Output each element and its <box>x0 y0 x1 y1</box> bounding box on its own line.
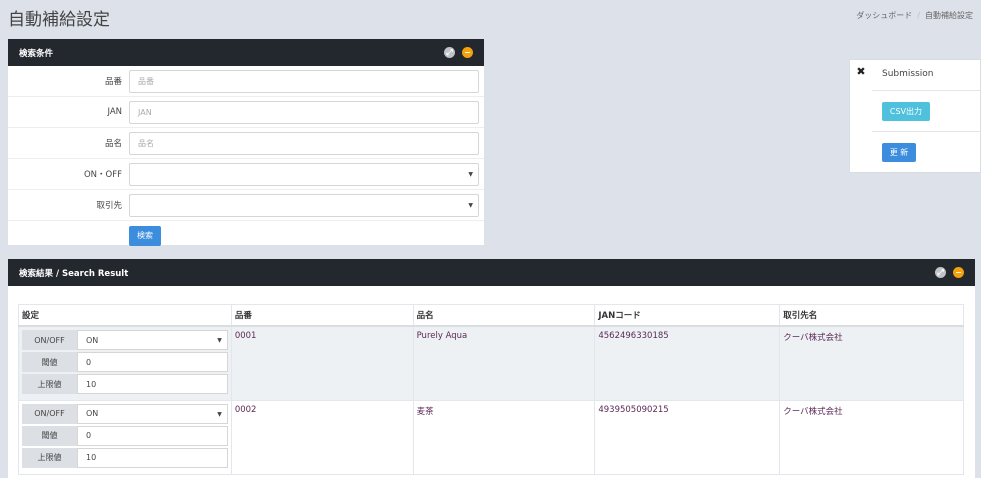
jan-cell: 4939505090215 <box>594 399 781 475</box>
hinban-cell: 0001 <box>230 325 414 401</box>
search-row-button: 検索 <box>8 221 484 248</box>
onoff-config-label: ON/OFF <box>22 330 77 350</box>
table-row: ON/OFF ON ▼ 閾値 0 上限値 10 0001 Purely Aqua… <box>18 325 964 401</box>
onoff-config: ON/OFF ON ▼ <box>22 330 228 350</box>
onoff-label: ON・OFF <box>83 170 122 180</box>
divider <box>872 131 980 132</box>
hinmei-label: 品名 <box>104 139 122 149</box>
caret-down-icon: ▼ <box>468 170 473 178</box>
search-button[interactable]: 検索 <box>129 225 161 246</box>
col-header-hinmei[interactable]: 品名 <box>412 304 596 327</box>
search-row-jan: JAN JAN <box>8 97 484 128</box>
onoff-config-select[interactable]: ON ▼ <box>77 330 228 350</box>
onoff-select[interactable]: ▼ <box>129 162 479 186</box>
threshold-input[interactable]: 0 <box>77 352 228 372</box>
close-x-icon[interactable]: ✖ <box>850 60 872 82</box>
table-row: ON/OFF ON ▼ 閾値 0 上限値 10 0002 麦茶 49395050… <box>18 399 964 475</box>
torihikisaki-cell: クーバ株式会社 <box>779 399 964 475</box>
hinmei-cell: Purely Aqua <box>412 325 596 401</box>
settings-cell: ON/OFF ON ▼ 閾値 0 上限値 10 <box>18 399 232 475</box>
breadcrumb-separator: / <box>917 11 920 20</box>
col-header-jan[interactable]: JANコード <box>594 304 781 327</box>
jan-cell: 4562496330185 <box>594 325 781 401</box>
threshold-label: 閾値 <box>22 425 77 446</box>
search-panel-header: 検索条件 ⤢ − <box>8 39 484 66</box>
collapse-icon[interactable]: − <box>462 47 473 58</box>
hinmei-cell: 麦茶 <box>412 399 596 475</box>
onoff-config-value: ON <box>86 335 99 345</box>
limit-label: 上限値 <box>22 447 77 468</box>
page-title: 自動補給設定 <box>8 10 110 30</box>
search-row-hinmei: 品名 品名 <box>8 128 484 159</box>
limit-input[interactable]: 10 <box>77 374 228 394</box>
onoff-config-value: ON <box>86 409 99 418</box>
caret-down-icon: ▼ <box>217 410 222 418</box>
jan-label: JAN <box>107 107 122 117</box>
hinmei-input[interactable]: 品名 <box>129 131 479 155</box>
results-table-wrapper: 設定 品番 品名 JANコード 取引先名 ON/OFF ON ▼ 閾値 0 上限… <box>18 304 964 475</box>
col-header-torihikisaki[interactable]: 取引先名 <box>779 304 964 327</box>
hinban-cell: 0002 <box>230 399 414 475</box>
divider <box>872 90 980 91</box>
breadcrumb-current: 自動補給設定 <box>925 11 973 20</box>
col-header-settings[interactable]: 設定 <box>18 304 232 327</box>
torihikisaki-select[interactable]: ▼ <box>129 193 479 217</box>
collapse-icon[interactable]: − <box>953 267 964 278</box>
limit-input[interactable]: 10 <box>77 447 228 468</box>
torihikisaki-label: 取引先 <box>96 201 122 211</box>
results-panel-header: 検索結果 / Search Result ⤢ − <box>8 259 975 286</box>
table-header-row: 設定 品番 品名 JANコード 取引先名 <box>18 304 964 327</box>
hinban-label: 品番 <box>104 77 122 87</box>
threshold-label: 閾値 <box>22 352 77 372</box>
torihikisaki-cell: クーバ株式会社 <box>779 325 964 401</box>
results-table: 設定 品番 品名 JANコード 取引先名 ON/OFF ON ▼ 閾値 0 上限… <box>18 304 964 475</box>
breadcrumb-dashboard[interactable]: ダッシュボード <box>856 11 912 20</box>
limit-config: 上限値 10 <box>22 447 228 468</box>
results-panel-title: 検索結果 / Search Result <box>19 268 129 279</box>
threshold-config: 閾値 0 <box>22 425 228 446</box>
settings-cell: ON/OFF ON ▼ 閾値 0 上限値 10 <box>18 325 232 401</box>
expand-icon[interactable]: ⤢ <box>935 267 946 278</box>
col-header-hinban[interactable]: 品番 <box>230 304 414 327</box>
onoff-config-label: ON/OFF <box>22 403 77 424</box>
update-button[interactable]: 更 新 <box>882 143 916 162</box>
search-row-torihikisaki: 取引先 ▼ <box>8 190 484 221</box>
caret-down-icon: ▼ <box>217 337 222 344</box>
limit-config: 上限値 10 <box>22 374 228 394</box>
onoff-config: ON/OFF ON ▼ <box>22 403 228 424</box>
results-panel: 検索結果 / Search Result ⤢ − 設定 品番 品名 JANコード… <box>8 259 975 478</box>
hinban-input[interactable]: 品番 <box>129 69 479 93</box>
submission-panel: ✖ Submission CSV出力 更 新 <box>849 59 981 173</box>
threshold-config: 閾値 0 <box>22 352 228 372</box>
jan-input[interactable]: JAN <box>129 100 479 124</box>
expand-icon[interactable]: ⤢ <box>444 47 455 58</box>
search-panel: 検索条件 ⤢ − 品番 品番 JAN JAN 品名 品名 ON・OFF ▼ 取引… <box>8 39 484 248</box>
breadcrumb: ダッシュボード / 自動補給設定 <box>856 10 973 21</box>
threshold-input[interactable]: 0 <box>77 425 228 446</box>
search-row-onoff: ON・OFF ▼ <box>8 159 484 190</box>
onoff-config-select[interactable]: ON ▼ <box>77 403 228 424</box>
caret-down-icon: ▼ <box>468 201 473 209</box>
submission-title: Submission <box>882 69 934 79</box>
csv-export-button[interactable]: CSV出力 <box>882 102 930 121</box>
search-row-hinban: 品番 品番 <box>8 66 484 97</box>
limit-label: 上限値 <box>22 374 77 394</box>
search-panel-title: 検索条件 <box>19 48 54 59</box>
